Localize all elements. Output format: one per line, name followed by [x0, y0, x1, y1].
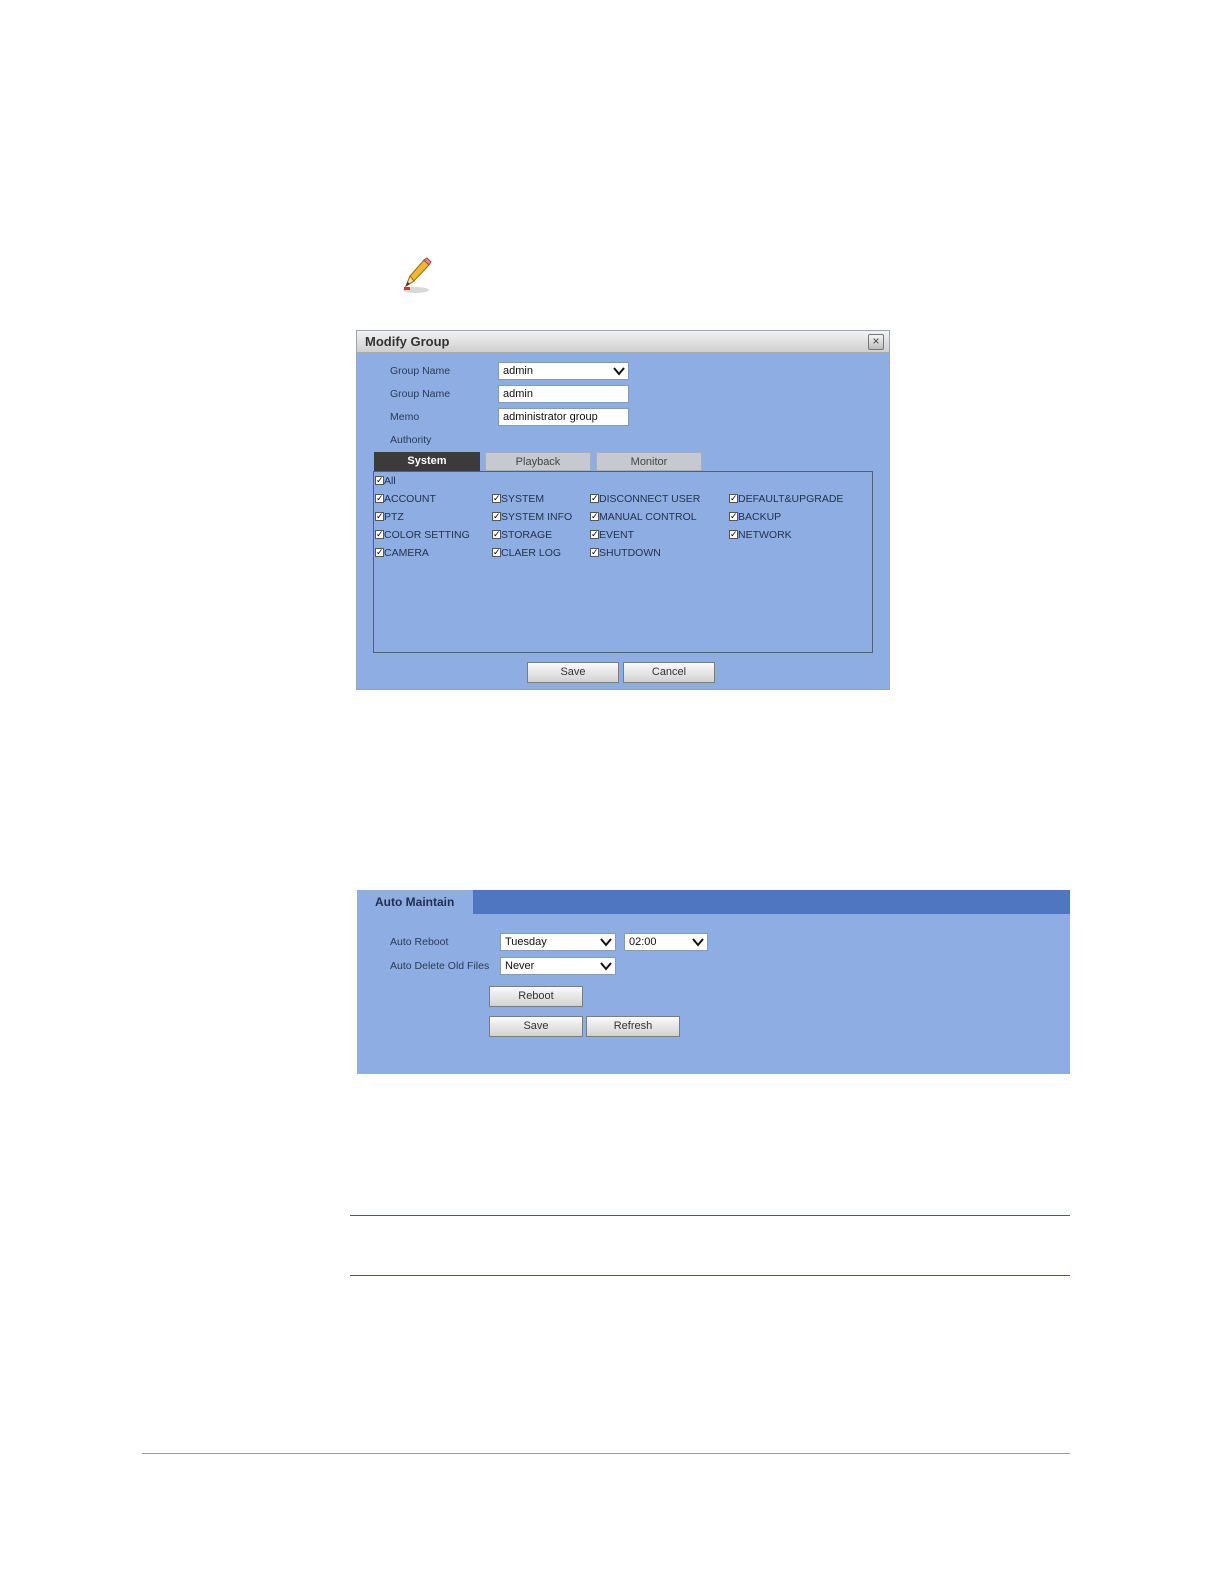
checkbox-label: NETWORK	[738, 529, 792, 541]
checkbox-claer-log[interactable]: ✓CLAER LOG	[492, 547, 561, 559]
group-name-select-label: Group Name	[390, 365, 451, 377]
cancel-button[interactable]: Cancel	[623, 662, 715, 683]
auto-delete-select[interactable]: Never	[500, 957, 616, 975]
checkbox-label: STORAGE	[501, 529, 553, 541]
dialog-title-bar: Modify Group ×	[357, 331, 889, 353]
checkbox-default-upgrade[interactable]: ✓DEFAULT&UPGRADE	[729, 493, 843, 505]
checkbox-checked-icon: ✓	[590, 529, 599, 539]
chevron-down-icon	[600, 936, 612, 953]
checkbox-camera[interactable]: ✓CAMERA	[375, 547, 429, 559]
dialog-title: Modify Group	[365, 334, 450, 349]
checkbox-label: DEFAULT&UPGRADE	[738, 493, 844, 505]
checkbox-checked-icon: ✓	[375, 475, 384, 485]
chevron-down-icon	[600, 960, 612, 977]
save-button[interactable]: Save	[489, 1016, 583, 1037]
checkbox-label: EVENT	[599, 529, 635, 541]
checkbox-checked-icon: ✓	[729, 493, 738, 503]
checkbox-checked-icon: ✓	[729, 529, 738, 539]
auto-reboot-day-value: Tuesday	[505, 936, 547, 948]
modify-group-dialog: Modify Group × Group Name admin Group Na…	[356, 330, 890, 690]
chevron-down-icon	[613, 365, 625, 382]
checkbox-label: BACKUP	[738, 511, 782, 523]
checkbox-network[interactable]: ✓NETWORK	[729, 529, 792, 541]
note-bottom-rule	[350, 1275, 1070, 1276]
save-button[interactable]: Save	[527, 662, 619, 683]
checkbox-checked-icon: ✓	[375, 511, 384, 521]
checkbox-manual-control[interactable]: ✓MANUAL CONTROL	[590, 511, 697, 523]
refresh-button[interactable]: Refresh	[586, 1016, 680, 1037]
checkbox-label: All	[384, 475, 396, 487]
checkbox-label: COLOR SETTING	[384, 529, 470, 541]
checkbox-checked-icon: ✓	[590, 493, 599, 503]
auto-reboot-time-select[interactable]: 02:00	[624, 933, 708, 951]
checkbox-label: SYSTEM INFO	[501, 511, 573, 523]
auto-reboot-label: Auto Reboot	[390, 936, 449, 948]
checkbox-label: SYSTEM	[501, 493, 545, 505]
checkbox-checked-icon: ✓	[492, 547, 501, 557]
tab-playback[interactable]: Playback	[485, 452, 591, 471]
memo-label: Memo	[390, 411, 420, 423]
memo-input[interactable]: administrator group	[498, 408, 629, 426]
checkbox-checked-icon: ✓	[590, 547, 599, 557]
reboot-button[interactable]: Reboot	[489, 986, 583, 1007]
group-name-select[interactable]: admin	[498, 362, 629, 380]
checkbox-checked-icon: ✓	[492, 529, 501, 539]
group-name-input-label: Group Name	[390, 388, 451, 400]
checkbox-checked-icon: ✓	[492, 511, 501, 521]
checkbox-label: ACCOUNT	[384, 493, 436, 505]
chevron-down-icon	[692, 936, 704, 953]
footer-rule	[142, 1453, 1070, 1454]
checkbox-checked-icon: ✓	[729, 511, 738, 521]
checkbox-system-info[interactable]: ✓SYSTEM INFO	[492, 511, 572, 523]
checkbox-label: DISCONNECT USER	[599, 493, 701, 505]
auto-delete-label: Auto Delete Old Files	[390, 960, 490, 972]
auto-reboot-day-select[interactable]: Tuesday	[500, 933, 616, 951]
checkbox-checked-icon: ✓	[375, 493, 384, 503]
pencil-note-icon	[398, 256, 436, 296]
checkbox-label: CLAER LOG	[501, 547, 562, 559]
checkbox-storage[interactable]: ✓STORAGE	[492, 529, 552, 541]
checkbox-all[interactable]: ✓All	[375, 475, 396, 487]
close-icon[interactable]: ×	[868, 334, 884, 350]
checkbox-disconnect-user[interactable]: ✓DISCONNECT USER	[590, 493, 700, 505]
checkbox-backup[interactable]: ✓BACKUP	[729, 511, 781, 523]
auto-maintain-tab[interactable]: Auto Maintain	[357, 890, 473, 914]
checkbox-label: MANUAL CONTROL	[599, 511, 697, 523]
auto-maintain-title: Auto Maintain	[375, 895, 455, 909]
checkbox-label: SHUTDOWN	[599, 547, 661, 559]
checkbox-label: PTZ	[384, 511, 404, 523]
checkbox-checked-icon: ✓	[492, 493, 501, 503]
auto-delete-value: Never	[505, 960, 535, 972]
checkbox-event[interactable]: ✓EVENT	[590, 529, 634, 541]
checkbox-checked-icon: ✓	[375, 529, 384, 539]
permissions-panel: ✓All ✓ACCOUNT ✓PTZ ✓COLOR SETTING ✓CAMER…	[373, 471, 873, 653]
authority-label: Authority	[390, 434, 432, 446]
checkbox-checked-icon: ✓	[375, 547, 384, 557]
checkbox-color-setting[interactable]: ✓COLOR SETTING	[375, 529, 470, 541]
checkbox-checked-icon: ✓	[590, 511, 599, 521]
note-top-rule	[350, 1215, 1070, 1216]
checkbox-system[interactable]: ✓SYSTEM	[492, 493, 544, 505]
tab-monitor[interactable]: Monitor	[596, 452, 702, 471]
checkbox-ptz[interactable]: ✓PTZ	[375, 511, 404, 523]
tab-system[interactable]: System	[374, 452, 480, 471]
checkbox-label: CAMERA	[384, 547, 429, 559]
checkbox-account[interactable]: ✓ACCOUNT	[375, 493, 436, 505]
group-name-select-value: admin	[503, 365, 533, 377]
checkbox-shutdown[interactable]: ✓SHUTDOWN	[590, 547, 661, 559]
group-name-input[interactable]: admin	[498, 385, 629, 403]
auto-maintain-panel: Auto Maintain Auto Reboot Tuesday 02:00 …	[357, 890, 1070, 1074]
auto-reboot-time-value: 02:00	[629, 936, 657, 948]
